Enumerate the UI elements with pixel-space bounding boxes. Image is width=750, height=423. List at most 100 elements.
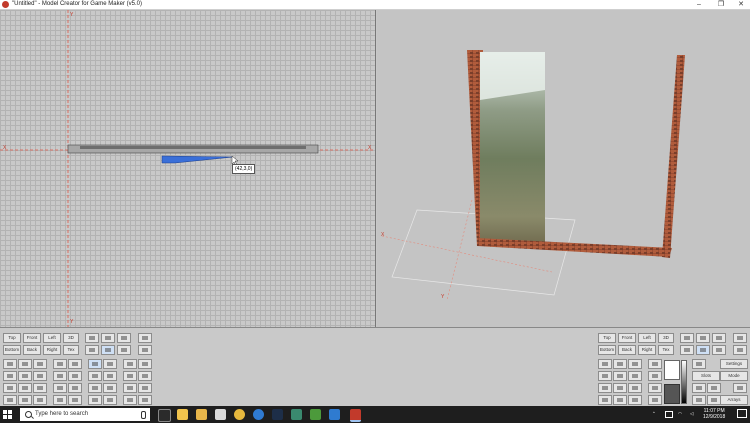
xbox-icon[interactable] (310, 409, 321, 420)
chrome-icon[interactable] (234, 409, 245, 420)
magnify-icon[interactable] (117, 333, 131, 343)
zoom-icon[interactable] (101, 333, 115, 343)
taskbar-clock[interactable]: 11:07 PM 12/9/2018 (703, 408, 725, 420)
r-tool-13-icon[interactable] (598, 395, 612, 405)
vs-icon[interactable] (329, 409, 340, 420)
smooth-icon[interactable] (33, 383, 47, 393)
microphone-icon[interactable] (141, 411, 146, 419)
r-tool-5-icon[interactable] (598, 371, 612, 381)
lathe-icon[interactable] (18, 383, 32, 393)
select-icon[interactable] (101, 345, 115, 355)
delete-icon[interactable] (53, 395, 67, 405)
notifications-icon[interactable] (737, 409, 747, 418)
paste-icon[interactable] (138, 359, 152, 369)
tube-icon[interactable] (33, 371, 47, 381)
split-icon[interactable] (103, 383, 117, 393)
redo-icon[interactable] (138, 395, 152, 405)
cursor-tool-icon[interactable] (53, 383, 67, 393)
file-explorer-icon[interactable] (196, 409, 207, 420)
extrude-icon[interactable] (3, 383, 17, 393)
r-side-1-icon[interactable] (692, 359, 706, 369)
paint-icon[interactable] (68, 383, 82, 393)
maximize-button[interactable]: ❐ (714, 0, 728, 9)
undo-icon[interactable] (123, 395, 137, 405)
r-select-icon[interactable] (696, 345, 710, 355)
cube-icon[interactable] (3, 359, 17, 369)
view-front-button[interactable]: Front (23, 333, 41, 343)
r-scale-icon[interactable] (712, 345, 726, 355)
rotate-icon[interactable] (85, 345, 99, 355)
texture-icon[interactable] (3, 395, 17, 405)
scale-icon[interactable] (117, 345, 131, 355)
edge-icon[interactable] (253, 409, 264, 420)
copy-icon[interactable] (123, 359, 137, 369)
pan-icon[interactable] (138, 345, 152, 355)
normals-icon[interactable] (33, 395, 47, 405)
task-view-icon[interactable] (158, 409, 171, 422)
color-swatch-primary[interactable] (664, 360, 680, 380)
volume-icon[interactable]: ◁ (690, 411, 693, 417)
mirror-icon[interactable] (138, 371, 152, 381)
r-tool-4-icon[interactable] (648, 359, 662, 369)
pencil-icon[interactable] (103, 359, 117, 369)
add-point-icon[interactable] (88, 359, 102, 369)
view-left-button[interactable]: Left (43, 333, 61, 343)
cone-icon[interactable] (33, 359, 47, 369)
brightness-slider[interactable] (681, 360, 687, 404)
r-side-6-icon[interactable] (707, 395, 721, 405)
store-icon[interactable] (177, 409, 188, 420)
r-tool-11-icon[interactable] (628, 383, 642, 393)
tray-chevron-icon[interactable]: ⌃ (652, 411, 656, 417)
slots-button[interactable]: Slots (692, 371, 720, 381)
crosshair-icon[interactable] (138, 333, 152, 343)
r-tool-16-icon[interactable] (648, 395, 662, 405)
move-icon[interactable] (85, 333, 99, 343)
r-tool-10-icon[interactable] (613, 383, 627, 393)
ungroup-icon[interactable] (103, 395, 117, 405)
view-right-button[interactable]: Right (43, 345, 61, 355)
r-view-bottom-button[interactable]: Bottom (598, 345, 616, 355)
r-tool-3-icon[interactable] (628, 359, 642, 369)
sphere-icon[interactable] (53, 359, 67, 369)
mail-icon[interactable] (215, 409, 226, 420)
r-tool-6-icon[interactable] (613, 371, 627, 381)
torus-icon[interactable] (68, 359, 82, 369)
steam-icon[interactable] (272, 409, 283, 420)
r-side-3-icon[interactable] (707, 383, 721, 393)
r-tool-2-icon[interactable] (613, 359, 627, 369)
align-icon[interactable] (123, 383, 137, 393)
r-side-2-icon[interactable] (692, 383, 706, 393)
r-view-top-button[interactable]: Top (598, 333, 616, 343)
pyramid-icon[interactable] (18, 371, 32, 381)
disk-icon[interactable] (68, 371, 82, 381)
cylinder-icon[interactable] (18, 359, 32, 369)
r-tool-7-icon[interactable] (628, 371, 642, 381)
view-top-button[interactable]: Top (3, 333, 21, 343)
close-button[interactable]: ✕ (734, 0, 748, 9)
plane-icon[interactable] (53, 371, 67, 381)
hide-icon[interactable] (68, 395, 82, 405)
view-tex-button[interactable]: Tex (63, 345, 79, 355)
weld-icon[interactable] (138, 383, 152, 393)
windows-start-icon[interactable] (3, 410, 12, 419)
r-tool-14-icon[interactable] (613, 395, 627, 405)
curve-icon[interactable] (103, 371, 117, 381)
r-view-left-button[interactable]: Left (638, 333, 656, 343)
minimize-button[interactable]: – (692, 0, 706, 9)
r-view-3d-button[interactable]: 3D (658, 333, 674, 343)
mode-button[interactable]: Mode (720, 371, 748, 381)
r-tool-12-icon[interactable] (648, 383, 662, 393)
r-pan-icon[interactable] (733, 345, 747, 355)
r-move-icon[interactable] (680, 333, 694, 343)
wedge-icon[interactable] (3, 371, 17, 381)
r-view-back-button[interactable]: Back (618, 345, 636, 355)
view-bottom-button[interactable]: Bottom (3, 345, 21, 355)
flip-icon[interactable] (123, 371, 137, 381)
r-tool-15-icon[interactable] (628, 395, 642, 405)
r-side-4-icon[interactable] (733, 383, 747, 393)
r-view-tex-button[interactable]: Tex (658, 345, 674, 355)
settings-button[interactable]: Settings (720, 359, 748, 369)
group-icon[interactable] (88, 395, 102, 405)
r-view-right-button[interactable]: Right (638, 345, 656, 355)
r-tool-9-icon[interactable] (598, 383, 612, 393)
